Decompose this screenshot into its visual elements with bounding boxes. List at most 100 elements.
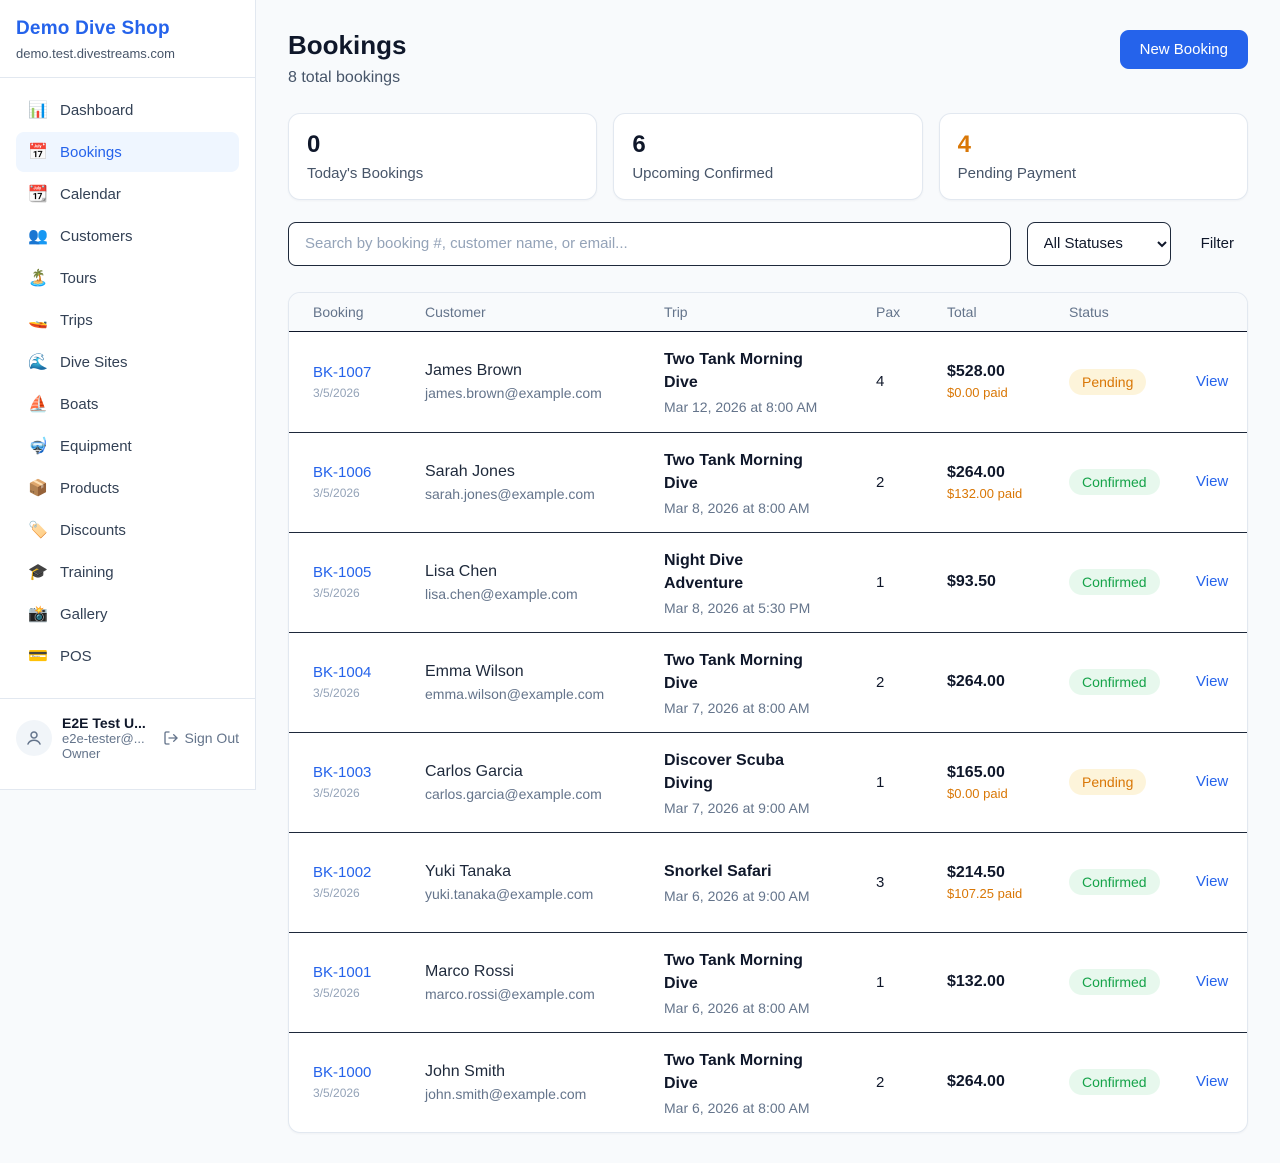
view-link[interactable]: View [1196,873,1228,890]
sidebar-item-equipment[interactable]: 🤿 Equipment [16,426,239,466]
customer-name: Carlos Garcia [425,763,664,781]
status-badge: Confirmed [1069,469,1160,495]
paid-amount: $0.00 paid [947,385,1033,400]
sign-out-button[interactable]: Sign Out [163,730,239,746]
status-select[interactable]: All Statuses [1027,222,1171,266]
view-link[interactable]: View [1196,673,1228,690]
main-content: Bookings 8 total bookings New Booking 0 … [256,0,1280,1163]
customer-cell: Emma Wilson emma.wilson@example.com [425,663,664,702]
column-header-customer: Customer [425,304,664,320]
sidebar-item-dashboard[interactable]: 📊 Dashboard [16,90,239,130]
trip-datetime: Mar 12, 2026 at 8:00 AM [664,399,876,415]
user-name: E2E Test U... [62,715,153,731]
pax-count: 4 [876,373,947,390]
sidebar-item-discounts[interactable]: 🏷️ Discounts [16,510,239,550]
status-badge: Confirmed [1069,869,1160,895]
nav-item-icon: 📅 [28,142,48,162]
filter-row: All Statuses Filter [288,222,1248,266]
trip-name: Two Tank Morning Dive [664,1049,824,1095]
trip-datetime: Mar 6, 2026 at 8:00 AM [664,1100,876,1116]
page-header: Bookings 8 total bookings New Booking [288,30,1248,87]
status-badge: Confirmed [1069,1069,1160,1095]
search-input[interactable] [288,222,1011,266]
status-cell: Confirmed [1069,469,1196,495]
customer-email: lisa.chen@example.com [425,586,664,602]
customer-name: Sarah Jones [425,463,664,481]
view-link[interactable]: View [1196,773,1228,790]
booking-id-link[interactable]: BK-1004 [313,664,371,681]
new-booking-button[interactable]: New Booking [1120,30,1248,69]
booking-date: 3/5/2026 [313,786,425,800]
customer-cell: Marco Rossi marco.rossi@example.com [425,963,664,1002]
column-header-pax: Pax [876,304,947,320]
booking-id-link[interactable]: BK-1002 [313,864,371,881]
total-amount: $132.00 [947,973,1069,991]
sidebar-item-boats[interactable]: ⛵ Boats [16,384,239,424]
sidebar-item-customers[interactable]: 👥 Customers [16,216,239,256]
sidebar-user-section: E2E Test U... e2e-tester@... Owner Sign … [0,698,255,771]
total-cell: $214.50 $107.25 paid [947,864,1069,901]
booking-id-link[interactable]: BK-1001 [313,964,371,981]
nav-item-label: Bookings [60,144,122,161]
nav-item-label: Dive Sites [60,354,128,371]
nav-item-label: Gallery [60,606,108,623]
view-link[interactable]: View [1196,473,1228,490]
stat-value: 6 [632,131,903,160]
status-cell: Confirmed [1069,869,1196,895]
pax-count: 3 [876,874,947,891]
trip-cell: Two Tank Morning Dive Mar 7, 2026 at 8:0… [664,649,876,716]
booking-id-link[interactable]: BK-1003 [313,764,371,781]
paid-amount: $0.00 paid [947,786,1033,801]
sidebar-item-calendar[interactable]: 📆 Calendar [16,174,239,214]
sidebar-item-tours[interactable]: 🏝️ Tours [16,258,239,298]
nav-item-icon: 🎓 [28,562,48,582]
sidebar-item-pos[interactable]: 💳 POS [16,636,239,676]
trip-datetime: Mar 6, 2026 at 8:00 AM [664,1000,876,1016]
view-link[interactable]: View [1196,573,1228,590]
trip-cell: Two Tank Morning Dive Mar 8, 2026 at 8:0… [664,449,876,516]
sidebar-item-training[interactable]: 🎓 Training [16,552,239,592]
sidebar-item-products[interactable]: 📦 Products [16,468,239,508]
pax-count: 2 [876,1074,947,1091]
view-link[interactable]: View [1196,373,1228,390]
nav-item-label: Boats [60,396,98,413]
booking-cell: BK-1003 3/5/2026 [313,764,425,800]
total-amount: $528.00 [947,363,1069,381]
customer-name: James Brown [425,362,664,380]
booking-id-link[interactable]: BK-1000 [313,1064,371,1081]
sidebar-item-dive-sites[interactable]: 🌊 Dive Sites [16,342,239,382]
user-icon [25,729,43,747]
sidebar: Demo Dive Shop demo.test.divestreams.com… [0,0,256,790]
brand-name[interactable]: Demo Dive Shop [16,18,239,40]
booking-id-link[interactable]: BK-1007 [313,364,371,381]
customer-email: sarah.jones@example.com [425,486,664,502]
booking-id-link[interactable]: BK-1005 [313,564,371,581]
total-amount: $214.50 [947,864,1069,882]
customer-email: james.brown@example.com [425,385,664,401]
booking-cell: BK-1004 3/5/2026 [313,664,425,700]
view-link[interactable]: View [1196,1073,1228,1090]
booking-id-link[interactable]: BK-1006 [313,464,371,481]
sidebar-item-gallery[interactable]: 📸 Gallery [16,594,239,634]
filter-button[interactable]: Filter [1187,225,1248,262]
customer-cell: Sarah Jones sarah.jones@example.com [425,463,664,502]
total-amount: $264.00 [947,1073,1069,1091]
view-link[interactable]: View [1196,973,1228,990]
trip-cell: Two Tank Morning Dive Mar 12, 2026 at 8:… [664,348,876,415]
nav-item-label: Equipment [60,438,132,455]
page-subtitle: 8 total bookings [288,69,406,87]
total-amount: $264.00 [947,673,1069,691]
nav-item-icon: ⛵ [28,394,48,414]
status-badge: Pending [1069,769,1146,795]
sidebar-item-trips[interactable]: 🚤 Trips [16,300,239,340]
table-row: BK-1007 3/5/2026 James Brown james.brown… [289,332,1247,432]
booking-cell: BK-1007 3/5/2026 [313,364,425,400]
actions-cell: View [1196,573,1228,591]
sidebar-item-bookings[interactable]: 📅 Bookings [16,132,239,172]
paid-amount: $107.25 paid [947,886,1033,901]
actions-cell: View [1196,973,1228,991]
actions-cell: View [1196,673,1228,691]
trip-name: Discover Scuba Diving [664,749,824,795]
booking-date: 3/5/2026 [313,386,425,400]
sidebar-nav: 📊 Dashboard 📅 Bookings 📆 Calendar 👥 Cust… [0,78,255,688]
